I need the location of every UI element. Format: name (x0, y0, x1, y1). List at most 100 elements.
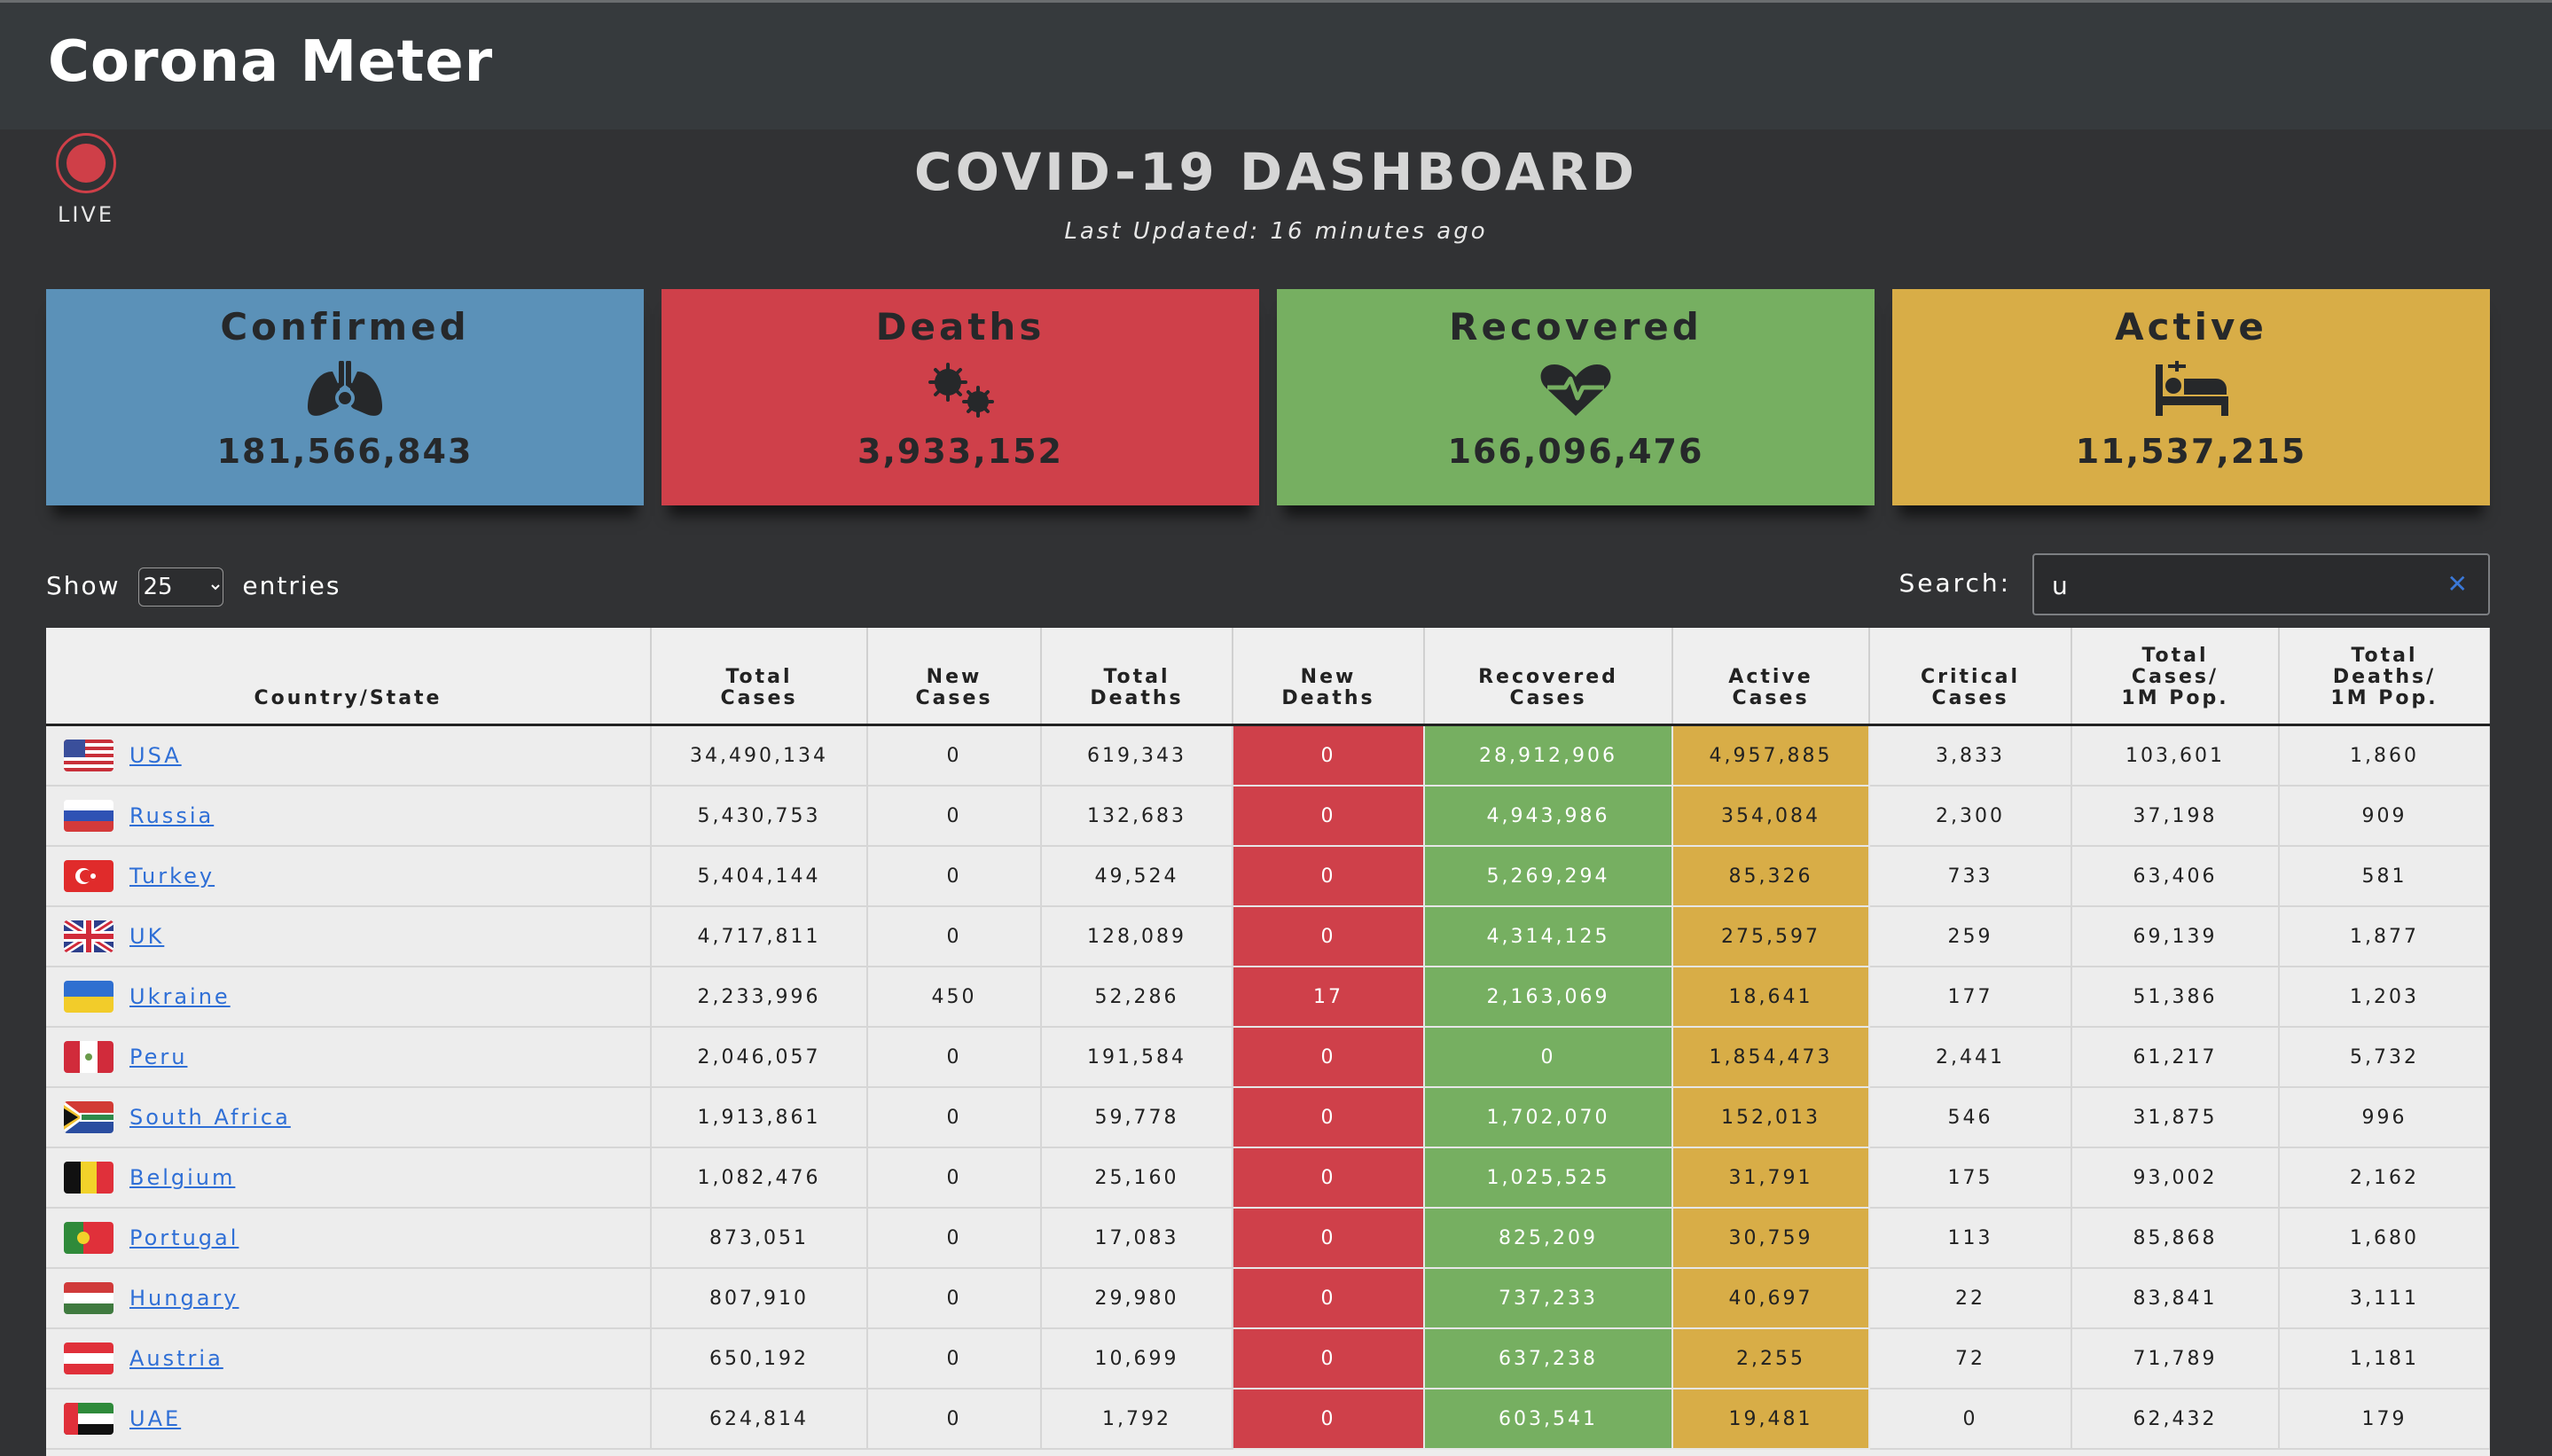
cell-total-cases: 624,814 (651, 1389, 868, 1450)
cell-new-cases: 0 (867, 846, 1042, 907)
cell-critical: 2,300 (1869, 786, 2072, 847)
cell-new-deaths: 0 (1233, 1087, 1425, 1148)
cell-critical: 0 (1869, 1389, 2072, 1450)
country-link[interactable]: Belgium (129, 1165, 235, 1190)
header-new-cases[interactable]: New Cases (867, 628, 1042, 726)
header-cases-per-million[interactable]: Total Cases/1M Pop. (2071, 628, 2280, 726)
header-total-cases[interactable]: Total Cases (651, 628, 868, 726)
clear-search-icon[interactable]: ✕ (2447, 569, 2470, 599)
belgium-flag-icon (64, 1162, 114, 1194)
cell-new-cases: 0 (867, 1328, 1042, 1389)
country-link[interactable]: Austria (129, 1346, 223, 1371)
show-label: Show (46, 571, 121, 600)
cell-cases-per-m: 62,432 (2071, 1389, 2280, 1450)
country-link[interactable]: Ukraine (129, 984, 231, 1009)
header-critical[interactable]: Critical Cases (1869, 628, 2072, 726)
cell-deaths-per-m: 1,860 (2279, 724, 2490, 787)
cell-deaths-per-m: 1,877 (2279, 906, 2490, 967)
table-row: UAE 624,814 0 1,792 0 603,541 19,481 0 62,432 179 (46, 1389, 2490, 1450)
cell-cases-per-m: 71,789 (2071, 1328, 2280, 1389)
country-link[interactable]: Portugal (129, 1225, 239, 1250)
cell-total-cases: 1,913,861 (651, 1087, 868, 1148)
cell-recovered: 4,314,125 (1424, 906, 1673, 967)
country-link[interactable]: Turkey (129, 864, 215, 888)
cell-active: 40,697 (1672, 1268, 1870, 1329)
table-row: Portugal 873,051 0 17,083 0 825,209 30,759 113 8… (46, 1208, 2490, 1269)
cell-critical: 733 (1869, 846, 2072, 907)
table-row: USA 34,490,134 0 619,343 0 28,912,906 4,957,88… (46, 724, 2490, 787)
brand-title[interactable]: Corona Meter (48, 29, 493, 95)
country-link[interactable]: Peru (129, 1045, 187, 1069)
card-active: Active 11,537,215 (1892, 289, 2490, 505)
cell-critical: 72 (1869, 1328, 2072, 1389)
cell-total-deaths: 619,343 (1041, 724, 1233, 787)
table-row: South Africa 1,913,861 0 59,778 0 1,702,070 15… (46, 1087, 2490, 1148)
cell-new-deaths: 0 (1233, 786, 1425, 847)
cell-deaths-per-m: 581 (2279, 846, 2490, 907)
ukraine-flag-icon (64, 981, 114, 1013)
cell-total-deaths: 49,524 (1041, 846, 1233, 907)
cell-active: 152,013 (1672, 1087, 1870, 1148)
header-recovered[interactable]: Recovered Cases (1424, 628, 1673, 726)
card-label: Deaths (875, 305, 1045, 348)
card-label: Confirmed (220, 305, 470, 348)
russia-flag-icon (64, 800, 114, 832)
search-label: Search: (1898, 568, 2012, 598)
cell-deaths-per-m: 179 (2279, 1389, 2490, 1450)
cell-total-deaths: 10,699 (1041, 1328, 1233, 1389)
cell-total-cases: 873,051 (651, 1208, 868, 1269)
entries-select[interactable]: 25 (138, 568, 224, 607)
card-value: 181,566,843 (216, 432, 474, 471)
cell-cases-per-m: 69,139 (2071, 906, 2280, 967)
cell-cases-per-m: 51,386 (2071, 967, 2280, 1028)
cell-total-cases: 34,490,134 (651, 724, 868, 787)
country-link[interactable]: South Africa (129, 1105, 291, 1130)
header-active[interactable]: Active Cases (1672, 628, 1870, 726)
south-africa-flag-icon (64, 1101, 114, 1133)
search-box[interactable]: ✕ (2032, 553, 2490, 615)
cell-deaths-per-m: 2,162 (2279, 1147, 2490, 1209)
card-label: Active (2115, 305, 2267, 348)
cell-deaths-per-m: 1,203 (2279, 967, 2490, 1028)
header-total-deaths[interactable]: Total Deaths (1041, 628, 1233, 726)
cell-total-cases: 650,192 (651, 1328, 868, 1389)
table-header-row: Country/State Total Cases New Cases Total D… (46, 628, 2490, 726)
cell-total-cases: 5,430,753 (651, 786, 868, 847)
cell-country: UAE (46, 1389, 652, 1450)
country-link[interactable]: USA (129, 743, 182, 768)
header-country[interactable]: Country/State (46, 628, 652, 726)
cell-active: 2,255 (1672, 1328, 1870, 1389)
search-input[interactable] (2050, 568, 2444, 603)
cell-country: USA (46, 724, 652, 787)
cell-critical: 3,833 (1869, 724, 2072, 787)
table-row: Peru 2,046,057 0 191,584 0 0 1,854,473 2,441 61,… (46, 1027, 2490, 1088)
cell-critical: 177 (1869, 967, 2072, 1028)
cell-recovered: 825,209 (1424, 1208, 1673, 1269)
cell-new-cases: 0 (867, 1389, 1042, 1450)
cell-new-cases: 0 (867, 1087, 1042, 1148)
card-deaths: Deaths 3,933,152 (661, 289, 1259, 505)
card-value: 166,096,476 (1447, 432, 1704, 471)
cell-active: 85,326 (1672, 846, 1870, 907)
cell-new-deaths: 0 (1233, 1147, 1425, 1209)
cell-cases-per-m: 37,198 (2071, 786, 2280, 847)
header-deaths-per-million[interactable]: Total Deaths/1M Pop. (2279, 628, 2490, 726)
cell-deaths-per-m: 5,732 (2279, 1027, 2490, 1088)
cell-new-deaths: 17 (1233, 967, 1425, 1028)
card-recovered: Recovered 166,096,476 (1277, 289, 1875, 505)
cell-new-cases: 0 (867, 724, 1042, 787)
cell-cases-per-m: 63,406 (2071, 846, 2280, 907)
entries-label: entries (242, 571, 341, 600)
cell-new-deaths: 0 (1233, 846, 1425, 907)
cell-active: 4,957,885 (1672, 724, 1870, 787)
cell-critical: 175 (1869, 1147, 2072, 1209)
country-link[interactable]: UAE (129, 1406, 181, 1431)
country-link[interactable]: UK (129, 924, 164, 949)
cell-deaths-per-m: 1,181 (2279, 1328, 2490, 1389)
header-new-deaths[interactable]: New Deaths (1233, 628, 1425, 726)
country-link[interactable]: Russia (129, 803, 214, 828)
cell-deaths-per-m: 3,111 (2279, 1268, 2490, 1329)
country-link[interactable]: Hungary (129, 1286, 239, 1311)
cell-country: Austria (46, 1328, 652, 1389)
cell-deaths-per-m: 996 (2279, 1087, 2490, 1148)
